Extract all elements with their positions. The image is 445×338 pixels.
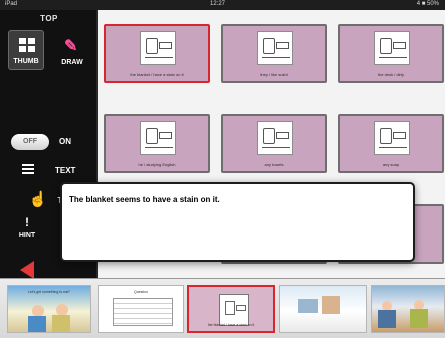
toggle-off-label: OFF (11, 134, 49, 150)
thumb-button-label: THUMB (13, 58, 39, 65)
card-caption: any soap (382, 162, 400, 167)
text-button-label: TEXT (55, 166, 76, 175)
card-towels[interactable]: any towels (221, 114, 327, 173)
card-illustration (374, 31, 410, 65)
card-illustration (257, 121, 293, 155)
filmstrip-item[interactable]: Question (98, 285, 184, 333)
card-caption: the blanket / have a stain on it (130, 72, 184, 77)
card-illustration (257, 31, 293, 65)
card-blanket[interactable]: the blanket / have a stain on it (104, 24, 210, 83)
hint-button-label: HINT (18, 232, 36, 239)
hint-button[interactable]: ! HINT (12, 212, 42, 244)
sidebar-title: TOP (40, 14, 58, 23)
card-illustration (140, 31, 176, 65)
document-illustration (113, 298, 173, 326)
filmstrip-item[interactable] (371, 285, 445, 333)
card-caption: they / like sushi (260, 72, 288, 77)
card-illustration (219, 294, 249, 326)
toggle-on-label: ON (59, 137, 71, 146)
sentence-popup: The blanket seems to have a stain on it. (60, 182, 415, 262)
card-illustration (374, 121, 410, 155)
text-toggle[interactable]: OFF ON (11, 134, 88, 150)
popup-message: The blanket seems to have a stain on it. (69, 195, 220, 204)
draw-button[interactable]: ✎ DRAW (52, 30, 92, 70)
card-soap[interactable]: any soap (338, 114, 444, 173)
grid-icon (19, 38, 35, 52)
card-studying[interactable]: he / studying English (104, 114, 210, 173)
left-arrow-icon (20, 261, 34, 279)
card-caption: the desk / dirty (377, 72, 404, 77)
draw-button-label: DRAW (61, 59, 83, 66)
filmstrip-caption: Let's get something to eat? (28, 290, 70, 294)
card-sushi[interactable]: they / like sushi (221, 24, 327, 83)
carrier-text: iPad (5, 1, 18, 7)
filmstrip-item-selected[interactable]: the blanket / have a stain on it (187, 285, 275, 333)
text-button[interactable]: TEXT (12, 160, 92, 180)
filmstrip[interactable]: Let's get something to eat? Question the… (0, 278, 445, 338)
filmstrip-item[interactable] (279, 285, 367, 333)
hand-pointer-icon[interactable]: ☝ (28, 190, 48, 210)
battery-text: 4 ■ 50% (416, 1, 439, 7)
exclamation-icon: ! (25, 215, 29, 229)
thumb-button[interactable]: THUMB (8, 30, 44, 70)
filmstrip-caption: Question (133, 290, 148, 294)
filmstrip-caption: the blanket / have a stain on it (207, 323, 255, 327)
filmstrip-item[interactable]: Let's get something to eat? (7, 285, 91, 333)
pencil-icon: ✎ (64, 38, 78, 55)
card-caption: any towels (264, 162, 284, 167)
status-bar: iPad 12:27 4 ■ 50% (0, 0, 445, 10)
time-text: 12:27 (210, 1, 226, 7)
card-desk[interactable]: the desk / dirty (338, 24, 444, 83)
card-caption: he / studying English (138, 162, 176, 167)
list-icon (22, 164, 34, 175)
card-illustration (140, 121, 176, 155)
